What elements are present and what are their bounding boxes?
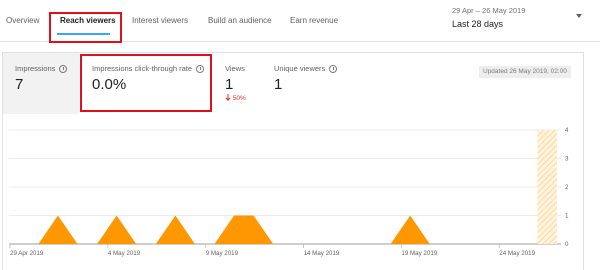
area-peak <box>155 215 195 244</box>
area-peak <box>214 215 274 244</box>
area-peak <box>38 215 78 244</box>
y-tick-label: 3 <box>565 156 569 163</box>
reach-chart: 29 Apr 2019 4 May 2019 9 May 2019 14 May 20… <box>9 127 569 257</box>
x-tick-label: 9 May 2019 <box>206 250 239 257</box>
y-tick-label: 1 <box>565 213 569 220</box>
x-tick-label: 29 Apr 2019 <box>10 250 44 257</box>
x-tick-label: 24 May 2019 <box>499 250 535 257</box>
x-tick-label: 14 May 2019 <box>304 250 340 257</box>
x-tick-label: 19 May 2019 <box>401 250 437 257</box>
x-tick-label: 4 May 2019 <box>108 250 141 257</box>
area-peak <box>97 215 137 244</box>
y-tick-label: 2 <box>565 184 569 191</box>
y-tick-label: 4 <box>565 127 569 134</box>
area-peak <box>390 215 430 244</box>
incomplete-data-band <box>537 130 557 244</box>
y-tick-label: 0 <box>565 241 569 248</box>
